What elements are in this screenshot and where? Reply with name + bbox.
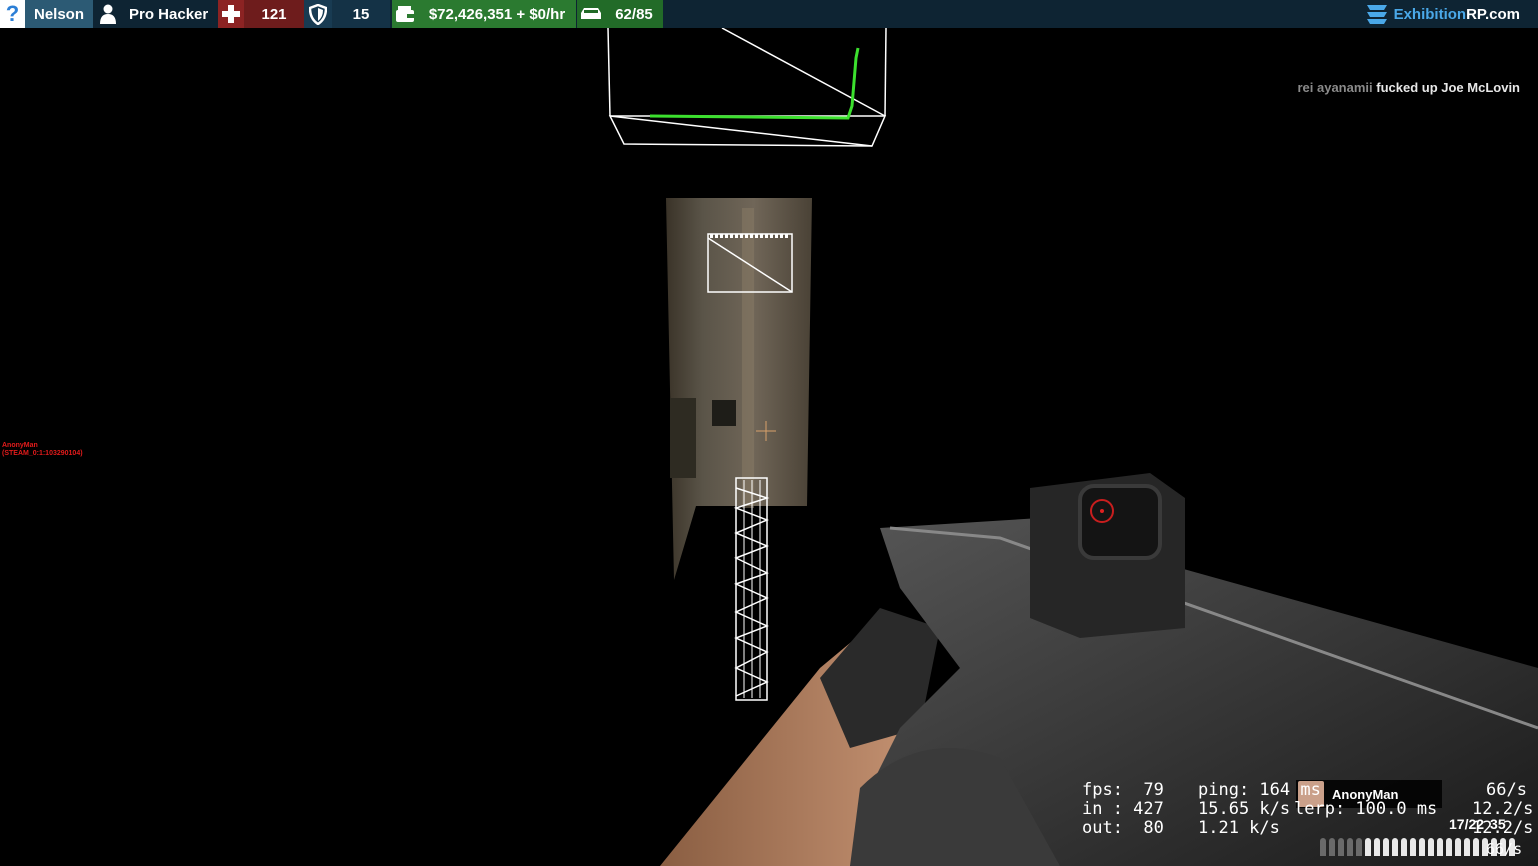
health-value: 121 [244, 0, 304, 28]
car-icon [577, 0, 605, 28]
ammo-shell [1392, 838, 1398, 856]
ammo-shell [1419, 838, 1425, 856]
ammo-clip: 17/22 [1449, 816, 1485, 832]
ammo-reserve: 35 [1490, 816, 1506, 832]
ammo-shell [1455, 838, 1461, 856]
ammo-shell [1320, 838, 1326, 856]
netgraph-fps: fps: 79 [1082, 780, 1164, 800]
ammo-shell [1464, 838, 1470, 856]
wireframe-ladder [733, 477, 770, 701]
ammo-shell [1437, 838, 1443, 856]
ammo-shell [1473, 838, 1479, 856]
ammo-shell [1356, 838, 1362, 856]
green-trace [649, 47, 860, 120]
money-value: $72,426,351 + $0/hr [418, 0, 576, 28]
killfeed-attacker: rei ayanamii [1297, 80, 1373, 95]
hunger-value: 62/85 [605, 0, 663, 28]
brand-part2: RP.com [1466, 5, 1520, 23]
player-name: Nelson [25, 0, 93, 28]
wallet-icon [392, 0, 418, 28]
esp-steamid: (STEAM_0:1:103290104) [2, 450, 83, 457]
netgraph-in-rate: 15.65 k/s [1198, 799, 1291, 819]
wireframe-box-top [607, 28, 887, 147]
ammo-shell [1383, 838, 1389, 856]
ammo-shell [1401, 838, 1407, 856]
server-brand: Exhibition RP.com [1364, 0, 1520, 28]
esp-player-tag: AnonyMan (STEAM_0:1:103290104) [2, 442, 83, 458]
netgraph-tick4: 66/s [1486, 840, 1523, 858]
ammo-shell [1347, 838, 1353, 856]
exhibition-logo-icon [1366, 5, 1387, 24]
netgraph-in: in : 427 [1082, 799, 1164, 819]
help-icon[interactable]: ? [0, 0, 25, 28]
health-cross-icon [218, 0, 244, 28]
netgraph-out: out: 80 [1082, 818, 1164, 838]
person-icon [96, 0, 120, 28]
ammo-shell [1374, 838, 1380, 856]
job-title: Pro Hacker [129, 5, 209, 23]
world-geometry [607, 28, 1538, 866]
ammo-shell [1410, 838, 1416, 856]
armor-value: 15 [332, 0, 390, 28]
brand-part1: Exhibition [1393, 5, 1467, 23]
ammo-shell [1365, 838, 1371, 856]
netgraph-out-rate: 1.21 k/s [1198, 818, 1280, 838]
killfeed-message: fucked up Joe McLovin [1376, 80, 1520, 95]
shield-icon [304, 0, 332, 28]
ammo-shell [1338, 838, 1344, 856]
esp-name: AnonyMan [2, 442, 38, 449]
game-viewport[interactable]: rei ayanamii fucked up Joe McLovin Anony… [0, 28, 1538, 866]
netgraph-lerp: lerp: 100.0 ms [1294, 799, 1438, 819]
netgraph-tick1: 66/s [1486, 780, 1527, 800]
ammo-shell [1329, 838, 1335, 856]
ammo-shell [1428, 838, 1434, 856]
killfeed-entry: rei ayanamii fucked up Joe McLovin [1297, 80, 1520, 95]
ammo-counter: 17/22 35 [1449, 816, 1506, 832]
top-hud-bar: ? Nelson Pro Hacker 121 15 $72,426,351 +… [0, 0, 1538, 28]
corridor-wall [666, 198, 812, 580]
netgraph-ping: ping: 164 ms [1198, 780, 1321, 800]
ammo-shell [1446, 838, 1452, 856]
